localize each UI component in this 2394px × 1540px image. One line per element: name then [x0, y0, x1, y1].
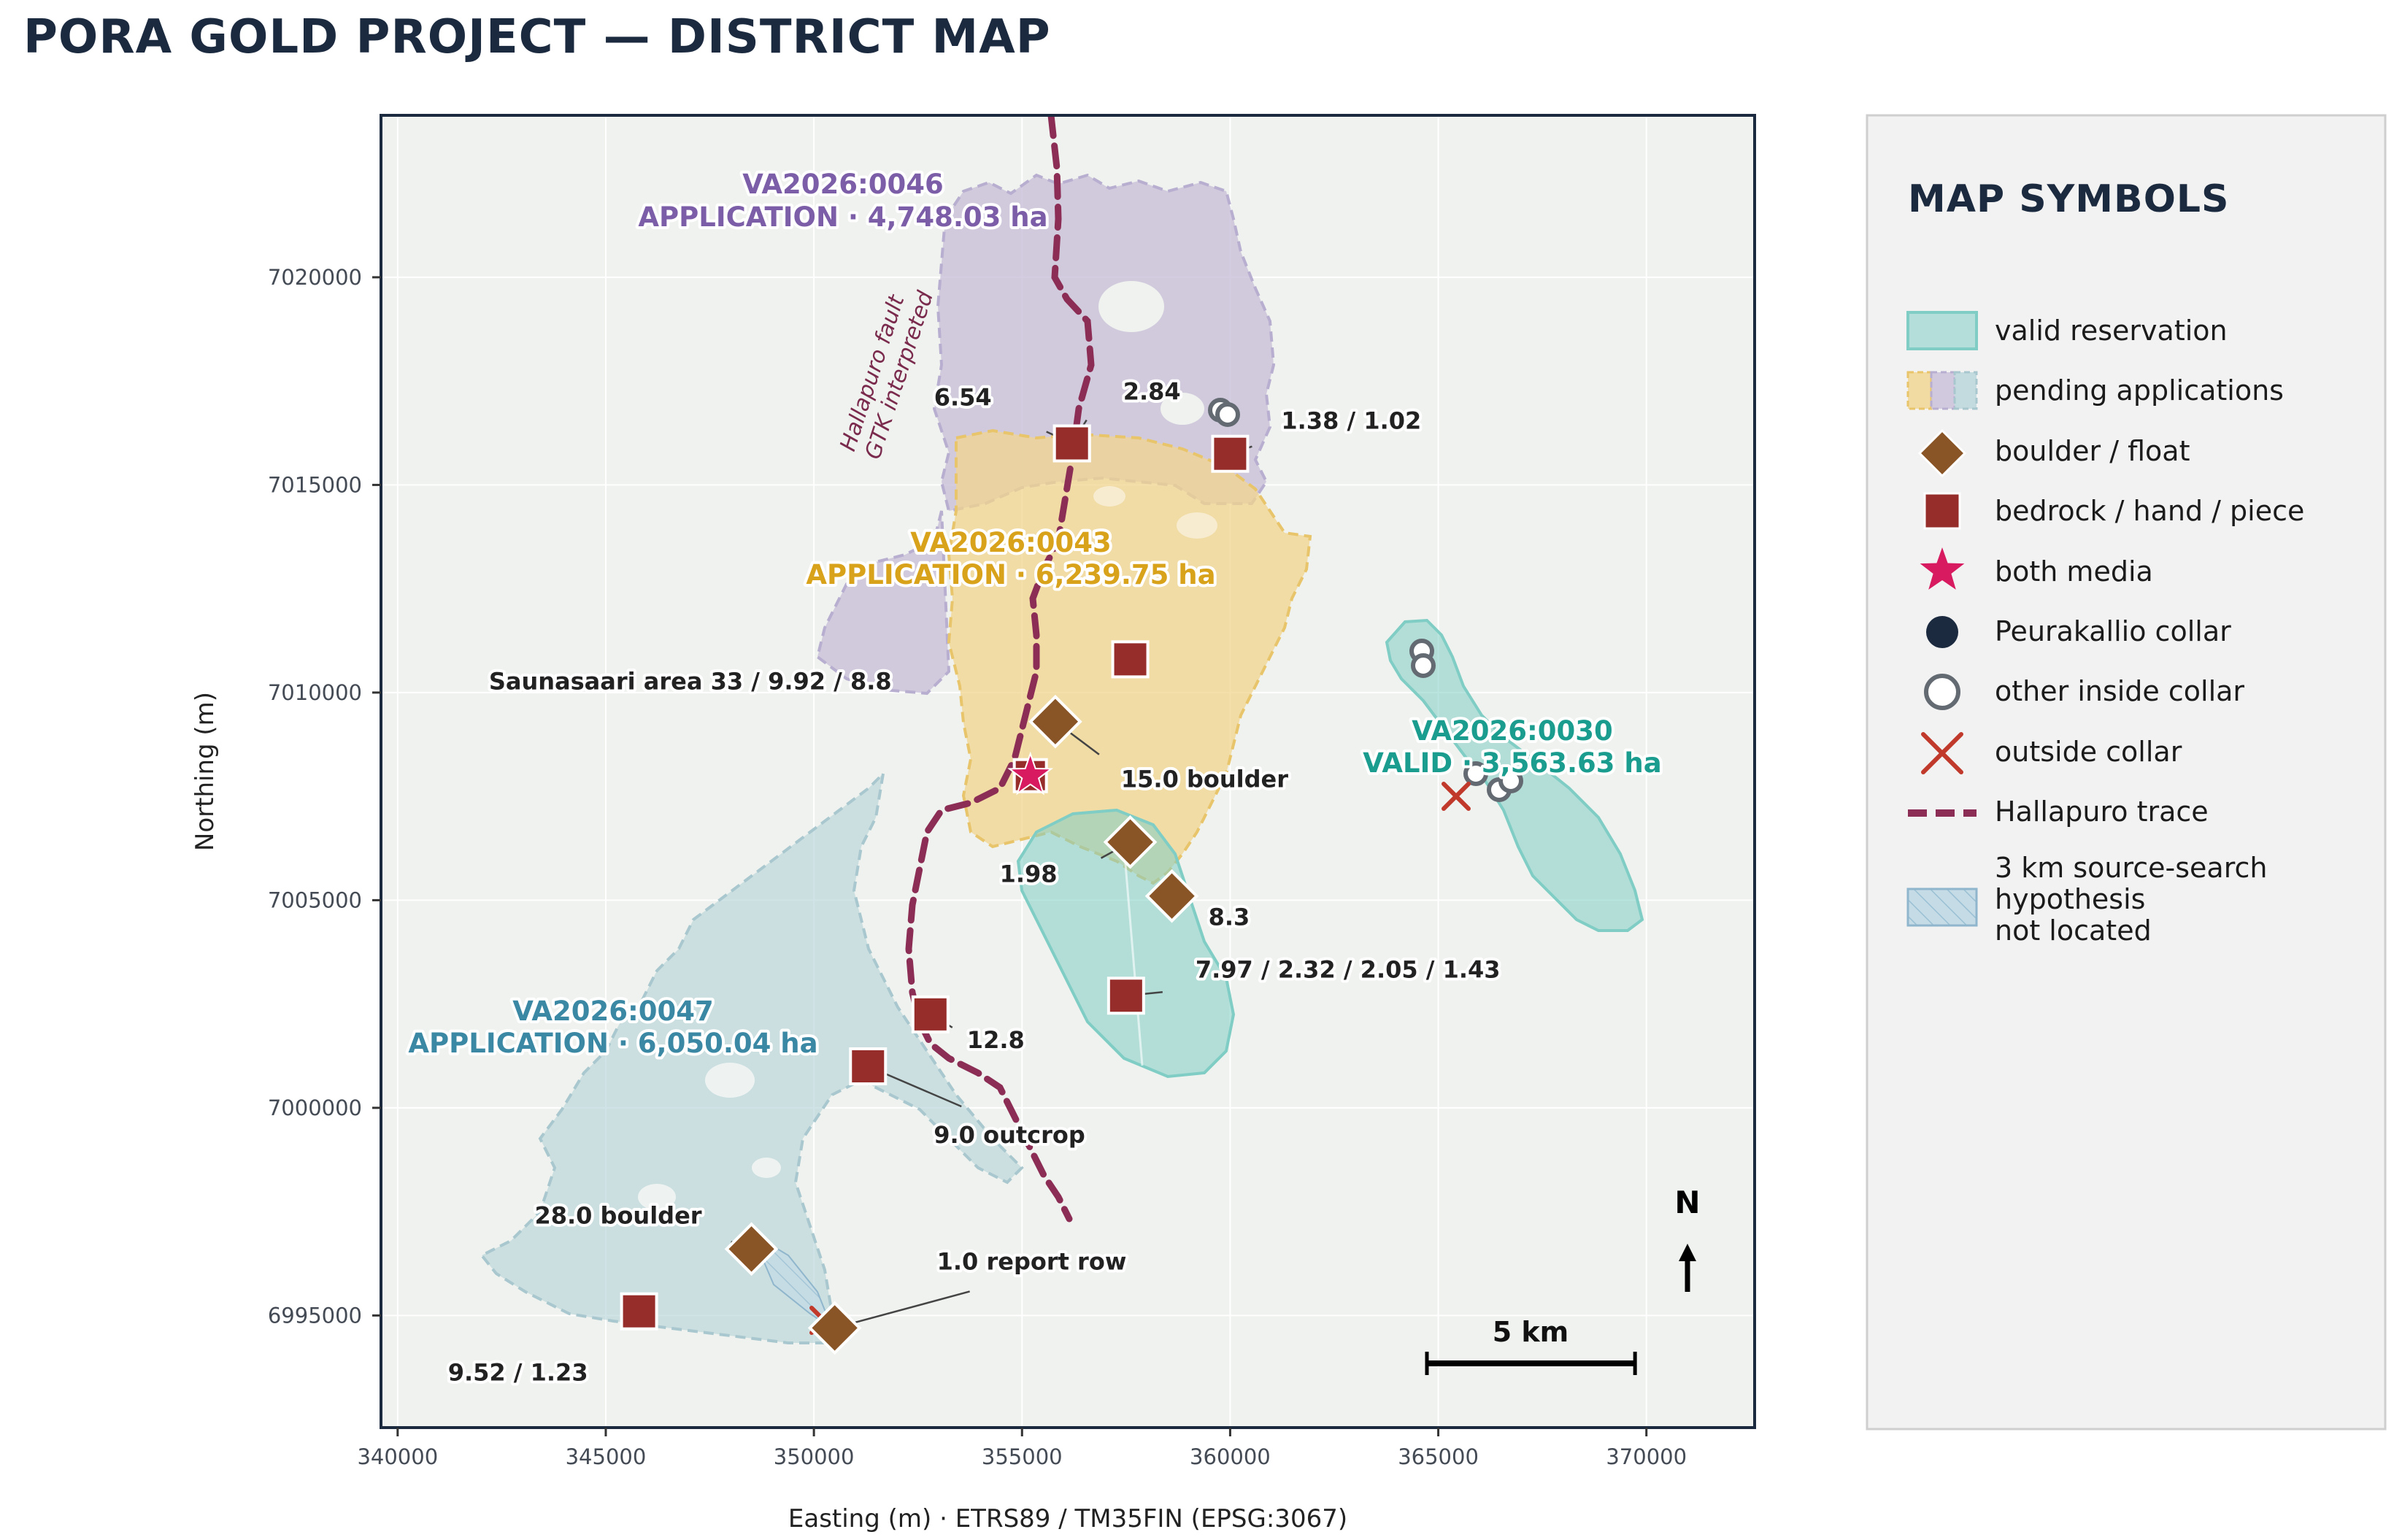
y-tick-label: 7020000: [268, 265, 362, 290]
y-axis-title: Northing (m): [190, 692, 220, 851]
legend-pending-swatch: [1906, 371, 1978, 410]
x-tick-label: 365000: [1398, 1444, 1479, 1469]
x-tick-label: 355000: [982, 1444, 1063, 1469]
y-tick-label: 7005000: [268, 888, 362, 912]
legend-item-label: Hallapuro trace: [1995, 796, 2209, 828]
legend-filled-circle-icon: [1926, 616, 1958, 648]
x-tick-label: 350000: [774, 1444, 855, 1469]
legend-item-label: outside collar: [1995, 736, 2182, 768]
legend-item-label: pending applications: [1995, 374, 2284, 407]
map-figure: 2.84 6.54 1.38 / 1.02 Saunasaari area 33 / …: [190, 114, 2387, 1533]
polygon-hole: [1177, 512, 1217, 539]
y-tick-label: 7015000: [268, 472, 362, 497]
legend-hypothesis-line2: hypothesis: [1995, 883, 2145, 915]
sample-label: 7.97 / 2.32 / 2.05 / 1.43: [1196, 955, 1501, 983]
legend-hypothesis-line3: not located: [1995, 915, 2152, 947]
tenement-status: APPLICATION · 6,239.75 ha: [806, 559, 1215, 590]
sample-label: 6.54: [934, 384, 992, 412]
x-tick-label: 345000: [566, 1444, 647, 1469]
sample-label: 12.8: [967, 1026, 1025, 1054]
sample-label: 1.98: [1000, 861, 1058, 888]
legend-item-label: boulder / float: [1995, 435, 2190, 467]
legend-open-circle-icon: [1924, 674, 1960, 710]
polygon-hole: [705, 1063, 755, 1098]
sample-label: 1.0 report row: [937, 1247, 1127, 1275]
tenement-id: VA2026:0046: [742, 169, 944, 200]
y-tick-label: 7010000: [268, 680, 362, 705]
sample-label: 2.84: [1123, 378, 1181, 406]
legend-item-label: Peurakallio collar: [1995, 615, 2231, 647]
legend-hypothesis-line1: 3 km source-search: [1995, 852, 2268, 884]
sample-label: 9.52 / 1.23: [448, 1359, 588, 1387]
polygon-hole: [1093, 486, 1125, 507]
tenement-id: VA2026:0030: [1412, 715, 1613, 747]
bedrock-sample-marker[interactable]: [1211, 434, 1250, 473]
sample-label: 28.0 boulder: [534, 1201, 701, 1229]
bedrock-sample-marker[interactable]: [1052, 424, 1091, 463]
bedrock-sample-marker[interactable]: [849, 1047, 888, 1085]
legend-item-label: both media: [1995, 555, 2153, 588]
sample-label: 15.0 boulder: [1121, 766, 1288, 793]
sample-label: 8.3: [1209, 904, 1250, 931]
legend-hatch-swatch: [1906, 888, 1978, 927]
legend-title: MAP SYMBOLS: [1908, 177, 2229, 221]
sample-label: 9.0 outcrop: [934, 1121, 1085, 1149]
sample-label: Saunasaari area 33 / 9.92 / 8.8: [489, 668, 892, 696]
tenement-status: VALID · 3,563.63 ha: [1363, 747, 1661, 779]
sample-label: 1.38 / 1.02: [1281, 407, 1421, 435]
x-axis-title: Easting (m) · ETRS89 / TM35FIN (EPSG:306…: [788, 1504, 1347, 1533]
bedrock-sample-marker[interactable]: [1111, 640, 1150, 679]
y-axis: 6995000 7000000 7005000 7010000 7015000 70200…: [268, 265, 381, 1328]
legend-item-label: other inside collar: [1995, 675, 2244, 707]
y-tick-label: 7000000: [268, 1096, 362, 1120]
north-arrow-label: N: [1674, 1185, 1700, 1220]
tenement-status: APPLICATION · 6,050.04 ha: [408, 1028, 817, 1059]
polygon-hole: [752, 1158, 781, 1178]
polygon-hole: [1098, 281, 1164, 332]
legend: MAP SYMBOLS valid reservation pending app…: [1866, 114, 2387, 1431]
x-tick-label: 360000: [1190, 1444, 1271, 1469]
scale-bar-label: 5 km: [1493, 1316, 1569, 1348]
legend-item-label: valid reservation: [1995, 315, 2228, 347]
tenement-id: VA2026:0047: [512, 996, 714, 1027]
x-axis: 340000 345000 350000 355000 360000 365000 3700…: [357, 1428, 1687, 1469]
y-tick-label: 6995000: [268, 1303, 362, 1328]
legend-valid-swatch: [1906, 311, 1978, 350]
x-tick-label: 340000: [357, 1444, 438, 1469]
x-tick-label: 370000: [1606, 1444, 1687, 1469]
legend-item-label: bedrock / hand / piece: [1995, 495, 2304, 527]
tenement-id: VA2026:0043: [910, 527, 1112, 558]
collar-marker[interactable]: [1411, 653, 1436, 678]
collar-marker[interactable]: [1215, 402, 1240, 427]
bedrock-sample-marker[interactable]: [620, 1292, 658, 1331]
bedrock-sample-marker[interactable]: [911, 995, 950, 1033]
tenement-status: APPLICATION · 4,748.03 ha: [638, 201, 1047, 233]
legend-square-icon: [1923, 492, 1961, 530]
bedrock-sample-marker[interactable]: [1106, 977, 1145, 1015]
